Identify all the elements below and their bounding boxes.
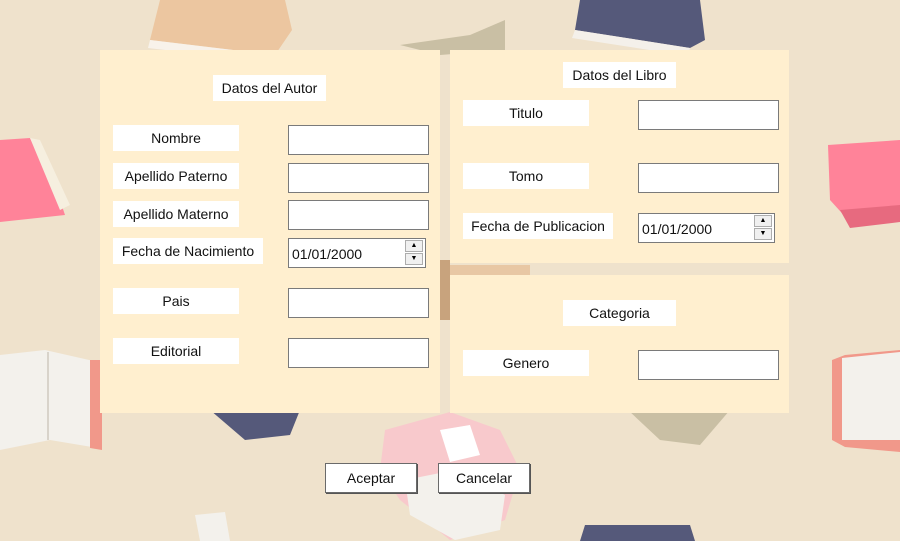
book-illustration-open-right: [832, 350, 900, 452]
cancel-button[interactable]: Cancelar: [438, 463, 530, 493]
spin-up-icon[interactable]: ▲: [405, 240, 423, 252]
apellido-materno-input[interactable]: [288, 200, 429, 230]
editorial-input[interactable]: [288, 338, 429, 368]
nombre-input[interactable]: [288, 125, 429, 155]
tomo-input[interactable]: [638, 163, 779, 193]
editorial-label: Editorial: [113, 338, 239, 364]
titulo-label: Titulo: [463, 100, 589, 126]
fecha-publicacion-spinner[interactable]: ▲ ▼: [754, 215, 772, 241]
author-panel: Datos del Autor Nombre Apellido Paterno …: [100, 50, 440, 413]
book-panel: Datos del Libro Titulo Tomo Fecha de Pub…: [450, 50, 789, 263]
book-illustration-spine: [440, 265, 530, 275]
fecha-nacimiento-picker[interactable]: 01/01/2000 ▲ ▼: [288, 238, 426, 268]
fecha-publicacion-value: 01/01/2000: [642, 221, 713, 237]
tomo-label: Tomo: [463, 163, 589, 189]
nombre-label: Nombre: [113, 125, 239, 151]
book-illustration-open-left: [0, 350, 102, 450]
fecha-nacimiento-spinner[interactable]: ▲ ▼: [405, 240, 423, 266]
titulo-input[interactable]: [638, 100, 779, 130]
fecha-publicacion-picker[interactable]: 01/01/2000 ▲ ▼: [638, 213, 775, 243]
apellido-paterno-label: Apellido Paterno: [113, 163, 239, 189]
category-panel-title: Categoria: [563, 300, 676, 326]
genero-label: Genero: [463, 350, 589, 376]
fecha-publicacion-label: Fecha de Publicacion: [463, 213, 613, 239]
spin-down-icon[interactable]: ▼: [754, 228, 772, 240]
accept-button[interactable]: Aceptar: [325, 463, 417, 493]
category-panel: Categoria Genero: [450, 275, 789, 413]
apellido-materno-label: Apellido Materno: [113, 201, 239, 227]
spin-up-icon[interactable]: ▲: [754, 215, 772, 227]
author-panel-title: Datos del Autor: [213, 75, 326, 101]
pais-label: Pais: [113, 288, 239, 314]
pais-input[interactable]: [288, 288, 429, 318]
spin-down-icon[interactable]: ▼: [405, 253, 423, 265]
book-panel-title: Datos del Libro: [563, 62, 676, 88]
fecha-nacimiento-label: Fecha de Nacimiento: [113, 238, 263, 264]
apellido-paterno-input[interactable]: [288, 163, 429, 193]
genero-input[interactable]: [638, 350, 779, 380]
fecha-nacimiento-value: 01/01/2000: [292, 246, 363, 262]
